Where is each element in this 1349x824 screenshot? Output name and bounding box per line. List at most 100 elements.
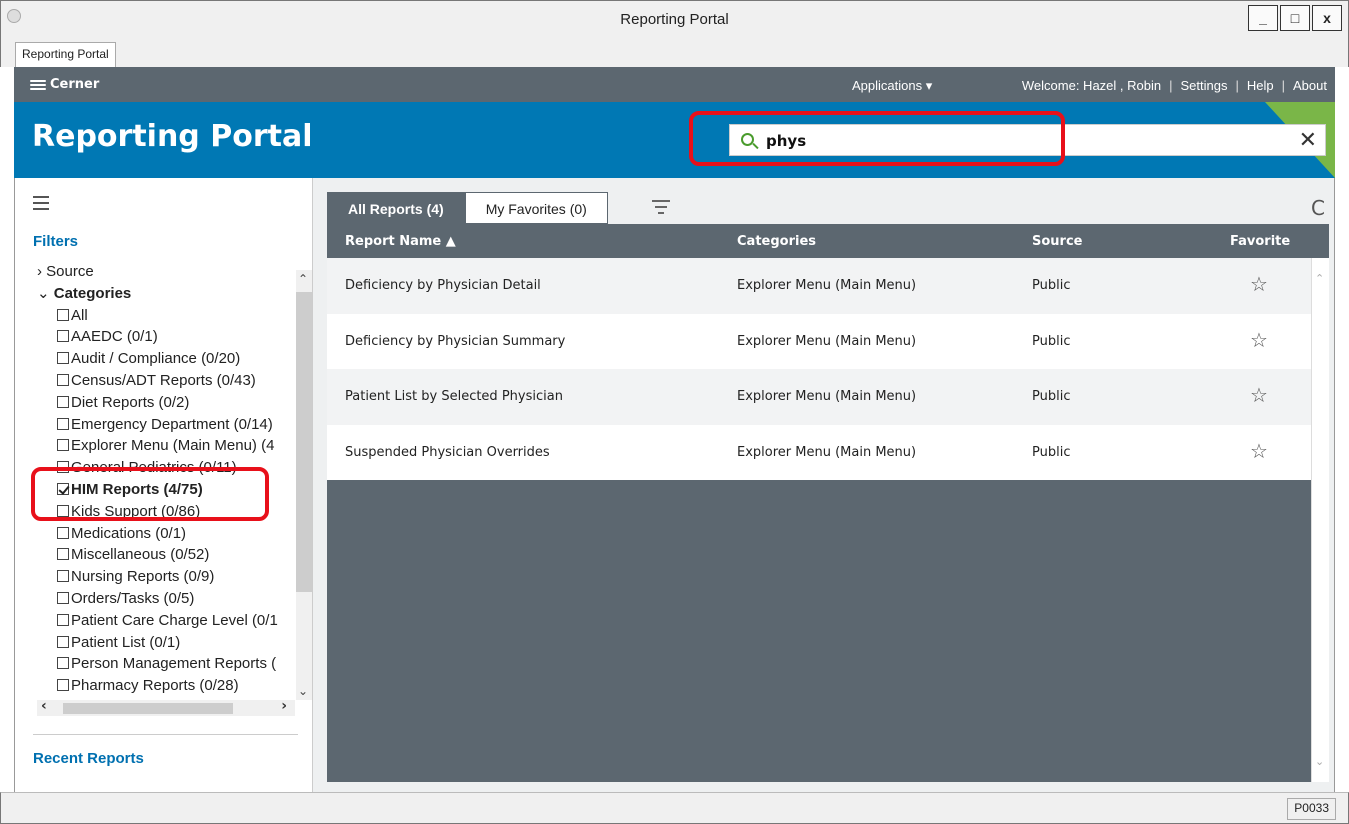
- category-checkbox[interactable]: [57, 417, 69, 430]
- table-vertical-scrollbar[interactable]: ⌃ ⌄: [1311, 258, 1329, 782]
- scroll-up-icon[interactable]: ⌃: [298, 272, 308, 286]
- category-checkbox[interactable]: [57, 395, 69, 408]
- scroll-right-icon[interactable]: ›: [281, 698, 287, 714]
- favorite-star-icon[interactable]: ☆: [1250, 383, 1268, 407]
- category-label: Person Management Reports (: [71, 655, 277, 673]
- filter-categories[interactable]: ⌄ Categories: [37, 283, 295, 305]
- scroll-down-icon[interactable]: ⌄: [1315, 755, 1324, 768]
- report-name-cell: Patient List by Selected Physician: [345, 389, 563, 405]
- refresh-icon[interactable]: C: [1311, 196, 1325, 220]
- sidebar-vertical-scrollbar[interactable]: ⌃ ⌄: [296, 270, 312, 700]
- category-label: Orders/Tasks (0/5): [71, 589, 195, 607]
- cerner-logo: Cerner: [30, 77, 99, 92]
- category-checkbox[interactable]: [57, 308, 69, 321]
- category-checkbox[interactable]: [57, 439, 69, 452]
- report-category-cell: Explorer Menu (Main Menu): [737, 278, 917, 293]
- separator: |: [1281, 78, 1286, 93]
- report-source-cell: Public: [1032, 389, 1071, 405]
- category-label: Pharmacy Reports (0/28): [71, 677, 239, 695]
- category-filter-item[interactable]: Emergency Department (0/14): [37, 414, 295, 436]
- category-filter-item[interactable]: Medications (0/1): [37, 523, 295, 545]
- category-filter-item[interactable]: Nursing Reports (0/9): [37, 566, 295, 588]
- category-label: Patient Care Charge Level (0/1: [71, 611, 278, 629]
- menu-icon[interactable]: [33, 196, 49, 214]
- category-filter-item[interactable]: Patient Care Charge Level (0/1: [37, 610, 295, 632]
- category-label: AAEDC (0/1): [71, 328, 158, 346]
- settings-link[interactable]: Settings: [1181, 78, 1228, 93]
- scroll-left-icon[interactable]: ‹: [41, 698, 47, 714]
- category-checkbox[interactable]: [57, 679, 69, 692]
- scroll-up-icon[interactable]: ⌃: [1315, 272, 1324, 285]
- category-filter-item[interactable]: Person Management Reports (: [37, 653, 295, 675]
- window-controls: _ □ x: [1246, 5, 1342, 31]
- category-checkbox[interactable]: [57, 330, 69, 343]
- status-bar: P0033: [0, 792, 1349, 824]
- chevron-right-icon: ›: [37, 263, 47, 280]
- category-filter-item[interactable]: Explorer Menu (Main Menu) (4: [37, 435, 295, 457]
- report-name-cell: Suspended Physician Overrides: [345, 444, 550, 460]
- report-category-cell: Explorer Menu (Main Menu): [737, 333, 917, 349]
- restore-button[interactable]: □: [1280, 5, 1310, 31]
- column-categories[interactable]: Categories: [737, 234, 816, 249]
- about-link[interactable]: About: [1293, 78, 1327, 93]
- category-label: Audit / Compliance (0/20): [71, 350, 241, 368]
- category-checkbox[interactable]: [57, 613, 69, 626]
- recent-reports-heading[interactable]: Recent Reports: [33, 750, 144, 767]
- separator: |: [1235, 78, 1239, 93]
- category-filter-item[interactable]: All: [37, 305, 295, 327]
- help-link[interactable]: Help: [1247, 78, 1274, 93]
- minimize-button[interactable]: _: [1248, 5, 1278, 31]
- filter-source[interactable]: › Source: [37, 261, 295, 283]
- report-name-cell: Deficiency by Physician Summary: [345, 333, 566, 349]
- report-tabs: All Reports (4) My Favorites (0): [327, 192, 608, 224]
- reports-panel: All Reports (4) My Favorites (0) C Repor…: [327, 192, 1329, 782]
- portal-header: Reporting Portal ✕: [14, 102, 1335, 178]
- category-checkbox[interactable]: [57, 526, 69, 539]
- favorite-star-icon[interactable]: ☆: [1250, 328, 1268, 352]
- category-filter-item[interactable]: Orders/Tasks (0/5): [37, 588, 295, 610]
- category-filter-item[interactable]: AAEDC (0/1): [37, 326, 295, 348]
- column-favorite[interactable]: Favorite: [1230, 234, 1290, 249]
- category-checkbox[interactable]: [57, 635, 69, 648]
- category-filter-item[interactable]: Patient List (0/1): [37, 632, 295, 654]
- category-filter-item[interactable]: Census/ADT Reports (0/43): [37, 370, 295, 392]
- report-source-cell: Public: [1032, 444, 1071, 460]
- favorite-star-icon[interactable]: ☆: [1250, 272, 1268, 296]
- tab-all-reports[interactable]: All Reports (4): [327, 192, 465, 224]
- category-filter-item[interactable]: Diet Reports (0/2): [37, 392, 295, 414]
- category-filter-item[interactable]: Miscellaneous (0/52): [37, 544, 295, 566]
- page-title: Reporting Portal: [32, 119, 313, 154]
- category-checkbox[interactable]: [57, 373, 69, 386]
- category-label: Nursing Reports (0/9): [71, 568, 215, 586]
- sidebar-horizontal-scrollbar[interactable]: ‹ ›: [37, 698, 295, 716]
- category-filter-item[interactable]: Pharmacy Reports (0/28): [37, 675, 295, 697]
- scroll-thumb[interactable]: [296, 292, 312, 592]
- document-tab-reporting-portal[interactable]: Reporting Portal: [15, 42, 116, 67]
- category-filter-item[interactable]: Audit / Compliance (0/20): [37, 348, 295, 370]
- table-body: Deficiency by Physician Detail Explorer M…: [327, 258, 1311, 481]
- category-checkbox[interactable]: [57, 548, 69, 561]
- table-row[interactable]: Patient List by Selected Physician Explor…: [327, 369, 1311, 425]
- category-checkbox[interactable]: [57, 591, 69, 604]
- table-row[interactable]: Deficiency by Physician Summary Explorer …: [327, 313, 1311, 370]
- applications-menu[interactable]: Applications ▾: [852, 78, 932, 94]
- scroll-down-icon[interactable]: ⌄: [298, 684, 308, 698]
- category-checkbox[interactable]: [57, 352, 69, 365]
- category-checkbox[interactable]: [57, 570, 69, 583]
- table-header: Report Name ▲ Categories Source Favorite: [327, 224, 1329, 258]
- scroll-thumb[interactable]: [63, 703, 233, 714]
- table-row[interactable]: Deficiency by Physician Detail Explorer M…: [327, 258, 1311, 314]
- table-row[interactable]: Suspended Physician Overrides Explorer Me…: [327, 424, 1311, 481]
- status-code: P0033: [1287, 798, 1336, 820]
- filter-icon[interactable]: [652, 200, 670, 218]
- report-category-cell: Explorer Menu (Main Menu): [737, 389, 917, 405]
- column-source[interactable]: Source: [1032, 234, 1082, 249]
- clear-search-icon[interactable]: ✕: [1299, 128, 1317, 153]
- tab-my-favorites[interactable]: My Favorites (0): [464, 192, 608, 224]
- favorite-star-icon[interactable]: ☆: [1250, 439, 1268, 463]
- category-label: Medications (0/1): [71, 524, 187, 542]
- column-report-name[interactable]: Report Name ▲: [345, 234, 456, 249]
- him-reports-highlight-annotation: [31, 467, 269, 521]
- close-window-button[interactable]: x: [1312, 5, 1342, 31]
- category-checkbox[interactable]: [57, 657, 69, 670]
